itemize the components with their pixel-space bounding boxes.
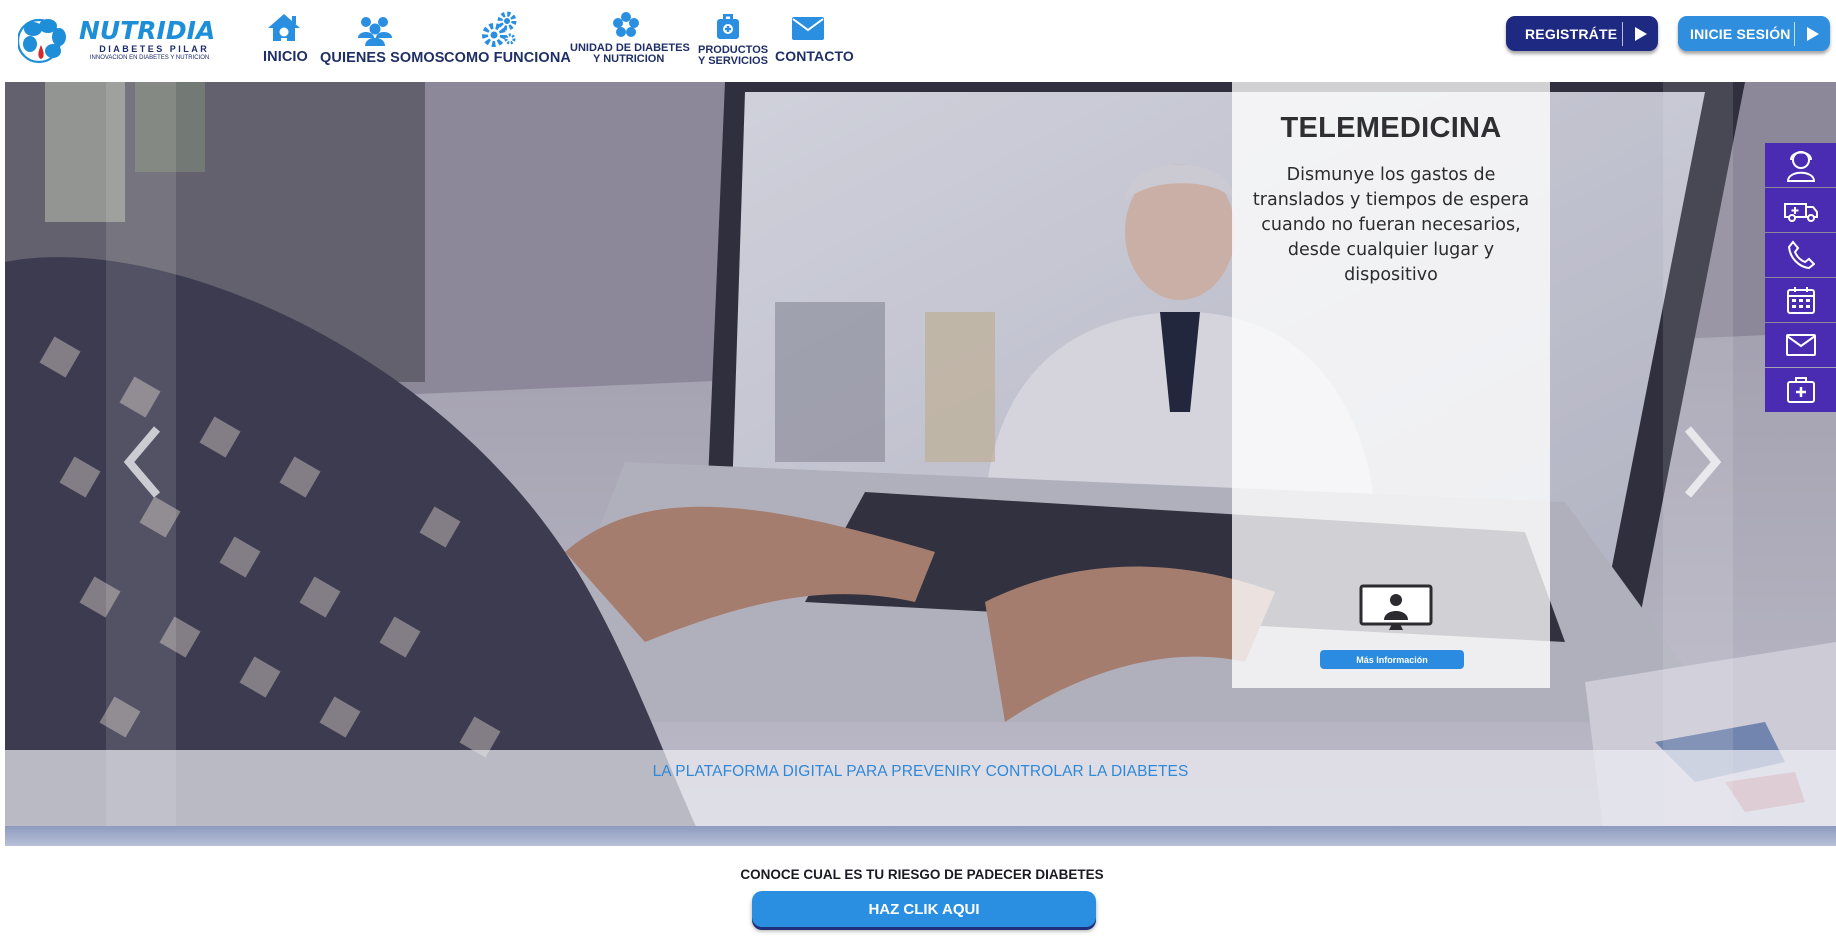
logo-subtitle: DIABETES PILAR xyxy=(99,44,210,54)
nav-item-contacto[interactable]: CONTACTO xyxy=(773,0,854,82)
side-menu-phone[interactable] xyxy=(1765,233,1836,277)
tagline-bar xyxy=(5,750,1836,826)
login-button[interactable]: INICIE SESIÓN xyxy=(1678,16,1830,51)
flower-icon xyxy=(613,12,639,37)
phone-icon xyxy=(1787,240,1815,270)
register-button[interactable]: REGISTRÁTE xyxy=(1506,16,1658,51)
carousel-prev-arrow-icon[interactable] xyxy=(115,417,175,507)
first-aid-kit-icon xyxy=(1786,377,1815,403)
more-info-button[interactable]: Más Información xyxy=(1320,650,1464,669)
logo-title: NUTRIDIA xyxy=(79,16,216,45)
nav-item-inicio[interactable]: INICIO xyxy=(258,0,308,82)
nav-label-como-funciona: COMO FUNCIONA xyxy=(444,50,571,66)
nav-item-quienes-somos[interactable]: QUIENES SOMOS xyxy=(318,0,444,82)
hero-carousel: TELEMEDICINA Dismunye los gastos de tran… xyxy=(5,82,1836,846)
gears-icon xyxy=(482,11,517,47)
hero-tagline: LA PLATAFORMA DIGITAL PARA PREVENIRY CON… xyxy=(652,763,1189,780)
side-menu-first-aid[interactable] xyxy=(1765,368,1836,412)
ambulance-icon xyxy=(1783,203,1818,222)
nav-label-inicio: INICIO xyxy=(263,49,308,65)
home-icon xyxy=(268,14,300,41)
side-menu-doctor[interactable] xyxy=(1765,143,1836,187)
monitor-doctor-icon xyxy=(1359,584,1433,630)
logo-tagline: INNOVACION EN DIABETES Y NUTRICION xyxy=(89,55,210,61)
register-button-label: REGISTRÁTE xyxy=(1525,25,1618,42)
risk-question-text: CONOCE CUAL ES TU RIESGO DE PADECER DIAB… xyxy=(740,867,1104,882)
floating-side-menu xyxy=(1765,143,1836,413)
hero-background-image xyxy=(5,82,1836,846)
logo-text: NUTRIDIA DIABETES PILAR INNOVACION EN DI… xyxy=(79,18,215,62)
nav-label-unidad-line2: Y NUTRICION xyxy=(593,53,665,65)
doctor-icon xyxy=(1786,151,1815,182)
hero-bottom-strip xyxy=(5,826,1836,846)
mail-icon xyxy=(1785,334,1816,356)
logo-flower-icon xyxy=(18,18,66,64)
people-icon xyxy=(358,17,392,46)
telemedicina-panel: TELEMEDICINA Dismunye los gastos de tran… xyxy=(1232,82,1550,688)
side-menu-ambulance[interactable] xyxy=(1765,188,1836,232)
nav-label-contacto: CONTACTO xyxy=(775,48,854,64)
play-arrow-icon xyxy=(1623,26,1658,42)
envelope-icon xyxy=(792,17,824,40)
side-menu-calendar[interactable] xyxy=(1765,278,1836,322)
play-arrow-icon xyxy=(1795,26,1830,42)
nav-item-como-funciona[interactable]: COMO FUNCIONA xyxy=(442,0,571,82)
nav-item-productos-servicios[interactable]: PRODUCTOS Y SERVICIOS xyxy=(696,0,768,82)
calendar-icon xyxy=(1786,287,1815,314)
panel-title: TELEMEDICINA xyxy=(1280,112,1502,144)
nav-label-productos-line2: Y SERVICIOS xyxy=(698,55,768,67)
nav-item-unidad-diabetes[interactable]: UNIDAD DE DIABETES Y NUTRICION xyxy=(568,0,690,82)
medical-bag-icon xyxy=(717,14,739,39)
nav-label-quienes-somos: QUIENES SOMOS xyxy=(320,50,445,66)
login-button-label: INICIE SESIÓN xyxy=(1690,25,1791,42)
carousel-next-arrow-icon[interactable] xyxy=(1670,417,1730,507)
risk-section: CONOCE CUAL ES TU RIESGO DE PADECER DIAB… xyxy=(0,846,1836,946)
panel-description: Dismunye los gastos de translados y tiem… xyxy=(1252,165,1530,285)
site-header: NUTRIDIA DIABETES PILAR INNOVACION EN DI… xyxy=(0,0,1836,82)
logo[interactable]: NUTRIDIA DIABETES PILAR INNOVACION EN DI… xyxy=(18,12,215,68)
risk-test-button[interactable]: HAZ CLIK AQUI xyxy=(752,891,1096,927)
side-menu-mail[interactable] xyxy=(1765,323,1836,367)
